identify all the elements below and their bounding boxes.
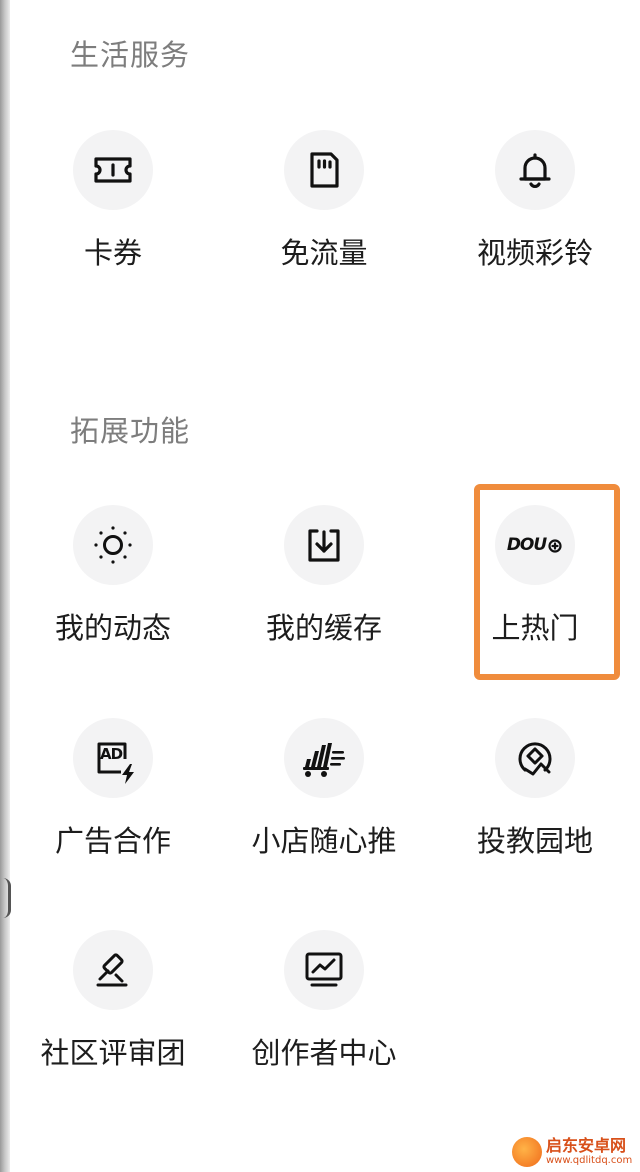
sun-icon (73, 505, 153, 585)
compass-icon (495, 718, 575, 798)
watermark-url: www.qdlitdq.com (546, 1155, 633, 1166)
ad-icon-text: AD (100, 745, 123, 763)
tile-shop-push[interactable]: 小店随心推 (219, 718, 429, 893)
tile-label: 视频彩铃 (476, 236, 593, 270)
site-watermark: 启东安卓网 www.qdlitdq.com (512, 1132, 640, 1172)
tile-my-moments[interactable]: 我的动态 (8, 505, 218, 680)
ad-icon: AD (73, 718, 153, 798)
shop-cart-icon (284, 718, 364, 798)
sim-card-icon (284, 130, 364, 210)
bell-icon (495, 130, 575, 210)
gavel-icon (73, 930, 153, 1010)
tile-creator-center[interactable]: 创作者中心 (219, 930, 429, 1105)
watermark-name: 启东安卓网 (546, 1136, 627, 1155)
tile-community-review[interactable]: 社区评审团 (8, 930, 218, 1105)
ticket-icon (73, 130, 153, 210)
highlight-box (474, 484, 620, 680)
tile-label: 创作者中心 (251, 1036, 397, 1070)
tile-video-ringtone[interactable]: 视频彩铃 (430, 130, 640, 305)
section-title-life-services: 生活服务 (70, 38, 191, 72)
tile-investor-education[interactable]: 投教园地 (430, 718, 640, 893)
watermark-logo-icon (512, 1137, 542, 1167)
tile-ad-cooperation[interactable]: AD 广告合作 (8, 718, 218, 893)
tile-my-cache[interactable]: 我的缓存 (219, 505, 429, 680)
download-icon (284, 505, 364, 585)
tile-coupons[interactable]: 卡券 (8, 130, 218, 305)
tile-label: 投教园地 (476, 824, 593, 858)
monitor-chart-icon (284, 930, 364, 1010)
section-title-extended-features: 拓展功能 (70, 414, 191, 448)
tile-free-data[interactable]: 免流量 (219, 130, 429, 305)
